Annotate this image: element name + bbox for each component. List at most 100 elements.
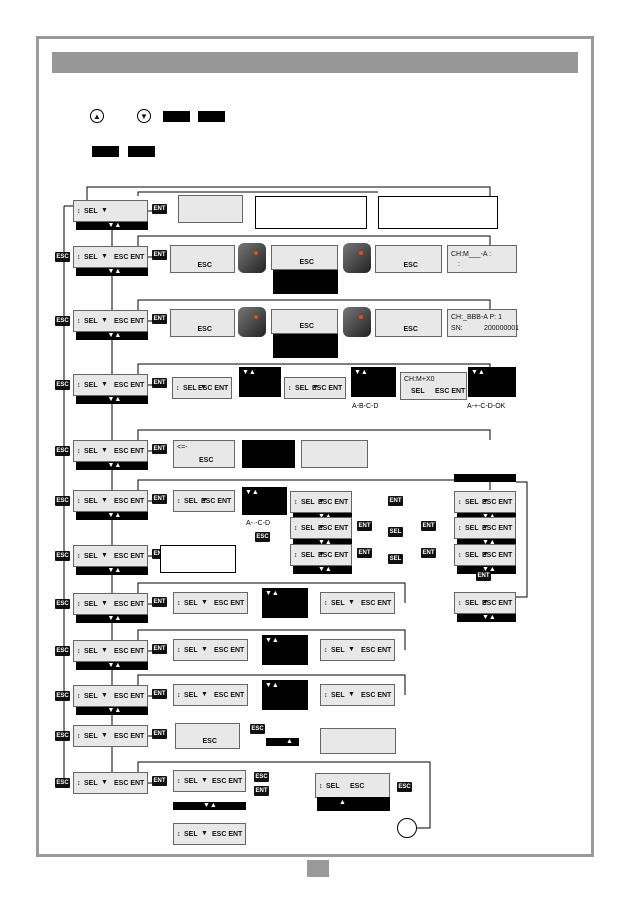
- menu-screen[interactable]: ↕ SEL ▼ ESC ENT: [173, 823, 246, 845]
- down-icon: ▼: [348, 599, 355, 606]
- ent-tag[interactable]: ENT: [152, 444, 167, 454]
- menu-screen[interactable]: ↕ SEL ▼ ESC ENT: [73, 374, 148, 396]
- ent-tag[interactable]: ENT: [421, 548, 436, 558]
- ent-tag[interactable]: ENT: [388, 496, 403, 506]
- esc-tag[interactable]: ESC: [250, 724, 265, 734]
- nav-arrows-icon: ▼▲: [471, 369, 485, 376]
- sel-label: SEL: [301, 525, 315, 532]
- menu-screen[interactable]: ↕ SEL ▼ ESC ENT: [73, 246, 148, 268]
- ent-tag[interactable]: ENT: [421, 521, 436, 531]
- esc-tag[interactable]: ESC: [55, 599, 70, 609]
- updown-icon: ↕: [458, 499, 462, 506]
- channel-info: CH:_BBB-A P: 1: [451, 314, 502, 321]
- menu-screen[interactable]: ↕ SEL ▼ ESC ENT: [454, 491, 516, 513]
- lcd-screen: ESC: [375, 245, 442, 273]
- ent-tag[interactable]: ENT: [357, 521, 372, 531]
- nav-arrows-icon: ▼▲: [107, 615, 122, 622]
- esc-label: ESC: [202, 738, 217, 745]
- serial-label: SN:: [451, 325, 463, 332]
- highlight-screen: [242, 440, 295, 468]
- ent-tag[interactable]: ENT: [152, 644, 167, 654]
- menu-screen[interactable]: ↕ SEL ▼ ESC ENT: [73, 440, 148, 462]
- code-sequence-acd: A-·-C-D: [246, 520, 271, 527]
- esc-label: ESC: [199, 457, 214, 464]
- esc-tag[interactable]: ESC: [55, 778, 70, 788]
- esc-tag[interactable]: ESC: [55, 316, 70, 326]
- updown-icon: ↕: [77, 498, 81, 505]
- ent-tag[interactable]: ENT: [476, 571, 491, 581]
- esc-tag-label: ESC: [398, 784, 411, 790]
- nav-arrows-icon: ▼▲: [107, 662, 122, 669]
- nav-bar: ▼▲: [457, 614, 516, 622]
- menu-screen[interactable]: ↕ SEL ▼ ESC ENT: [73, 725, 148, 747]
- esc-ent-label: ESC ENT: [361, 600, 392, 607]
- nav-arrows-icon: ▼▲: [265, 682, 279, 689]
- esc-tag-label: ESC: [56, 553, 69, 559]
- menu-screen[interactable]: ↕ SEL ▼ ESC ENT: [320, 639, 395, 661]
- esc-tag-label: ESC: [56, 693, 69, 699]
- ent-tag[interactable]: ENT: [152, 597, 167, 607]
- menu-screen[interactable]: ↕ SEL ▼ ESC ENT: [173, 592, 248, 614]
- esc-ent-label: ESC ENT: [114, 318, 145, 325]
- highlight-screen: ▼▲: [262, 588, 308, 618]
- menu-screen[interactable]: ↕ SEL ▼ ESC ENT: [454, 544, 516, 566]
- menu-screen[interactable]: ↕ SEL ▼ ESC ENT: [320, 684, 395, 706]
- down-icon: ▼: [101, 207, 108, 214]
- menu-screen[interactable]: ↕ SEL ▼ ESC ENT: [172, 377, 232, 399]
- menu-screen[interactable]: ↕ SEL ▼ ESC ENT: [73, 490, 148, 512]
- esc-tag[interactable]: ESC: [55, 252, 70, 262]
- sel-tag[interactable]: SEL: [388, 554, 403, 564]
- menu-screen[interactable]: ↕ SEL ▼ ESC ENT: [73, 310, 148, 332]
- esc-tag[interactable]: ESC: [55, 446, 70, 456]
- ent-tag[interactable]: ENT: [152, 776, 167, 786]
- ent-tag[interactable]: ENT: [254, 786, 269, 796]
- menu-screen[interactable]: ↕ SEL ▼ ESC ENT: [73, 640, 148, 662]
- ent-tag[interactable]: ENT: [152, 204, 167, 214]
- menu-screen[interactable]: ↕ SEL ▼ ESC ENT: [73, 545, 148, 567]
- ent-tag[interactable]: ENT: [152, 729, 167, 739]
- sel-tag[interactable]: SEL: [388, 527, 403, 537]
- esc-tag[interactable]: ESC: [255, 532, 270, 542]
- esc-tag[interactable]: ESC: [55, 551, 70, 561]
- ent-tag[interactable]: ENT: [152, 250, 167, 260]
- esc-tag[interactable]: ESC: [55, 646, 70, 656]
- ent-tag[interactable]: ENT: [152, 494, 167, 504]
- esc-tag[interactable]: ESC: [55, 496, 70, 506]
- ent-tag[interactable]: ENT: [152, 378, 167, 388]
- ent-tag-label: ENT: [153, 691, 166, 697]
- up-icon: ▲: [286, 738, 293, 745]
- esc-tag[interactable]: ESC: [55, 731, 70, 741]
- nav-bar: ▼▲: [76, 662, 148, 670]
- esc-ent-label: ESC ENT: [361, 647, 392, 654]
- ent-tag[interactable]: ENT: [152, 689, 167, 699]
- esc-label: ESC: [403, 262, 418, 269]
- menu-screen[interactable]: ↕ SEL ▼ ESC ENT: [284, 377, 346, 399]
- ent-tag[interactable]: ENT: [152, 314, 167, 324]
- menu-screen[interactable]: ↕ SEL ▼: [73, 200, 148, 222]
- menu-screen[interactable]: ↕ SEL ▼ ESC ENT: [73, 772, 148, 794]
- down-icon: ▼: [101, 600, 108, 607]
- menu-screen[interactable]: ↕ SEL ▼ ESC ENT: [454, 592, 516, 614]
- nav-bar: ▼▲: [76, 462, 148, 470]
- menu-screen[interactable]: ↕ SEL ▼ ESC ENT: [73, 593, 148, 615]
- sel-label: SEL: [84, 318, 98, 325]
- menu-screen[interactable]: ↕ SEL ▼ ESC ENT: [454, 517, 516, 539]
- menu-screen[interactable]: ↕ SEL ▼ ESC ENT: [173, 684, 248, 706]
- menu-screen[interactable]: ↕ SEL ▼ ESC ENT: [173, 490, 235, 512]
- menu-screen[interactable]: ↕ SEL ▼ ESC ENT: [290, 491, 352, 513]
- remote-control-icon: [238, 243, 266, 273]
- esc-tag[interactable]: ESC: [397, 782, 412, 792]
- remote-control-icon: [343, 307, 371, 337]
- menu-screen[interactable]: ↕ SEL ▼ ESC ENT: [320, 592, 395, 614]
- menu-screen[interactable]: ↕ SEL ▼ ESC ENT: [173, 770, 246, 792]
- esc-ent-label: ESC ENT: [482, 600, 513, 607]
- esc-tag[interactable]: ESC: [55, 691, 70, 701]
- ent-tag[interactable]: ENT: [357, 548, 372, 558]
- menu-screen[interactable]: ↕ SEL ▼ ESC ENT: [290, 544, 352, 566]
- esc-tag[interactable]: ESC: [254, 772, 269, 782]
- menu-screen[interactable]: ↕ SEL ▼ ESC ENT: [173, 639, 248, 661]
- esc-tag[interactable]: ESC: [55, 380, 70, 390]
- menu-screen[interactable]: ↕ SEL ▼ ESC ENT: [73, 685, 148, 707]
- menu-screen[interactable]: ↕ SEL ▼ ESC ENT: [290, 517, 352, 539]
- esc-ent-label: ESC ENT: [318, 525, 349, 532]
